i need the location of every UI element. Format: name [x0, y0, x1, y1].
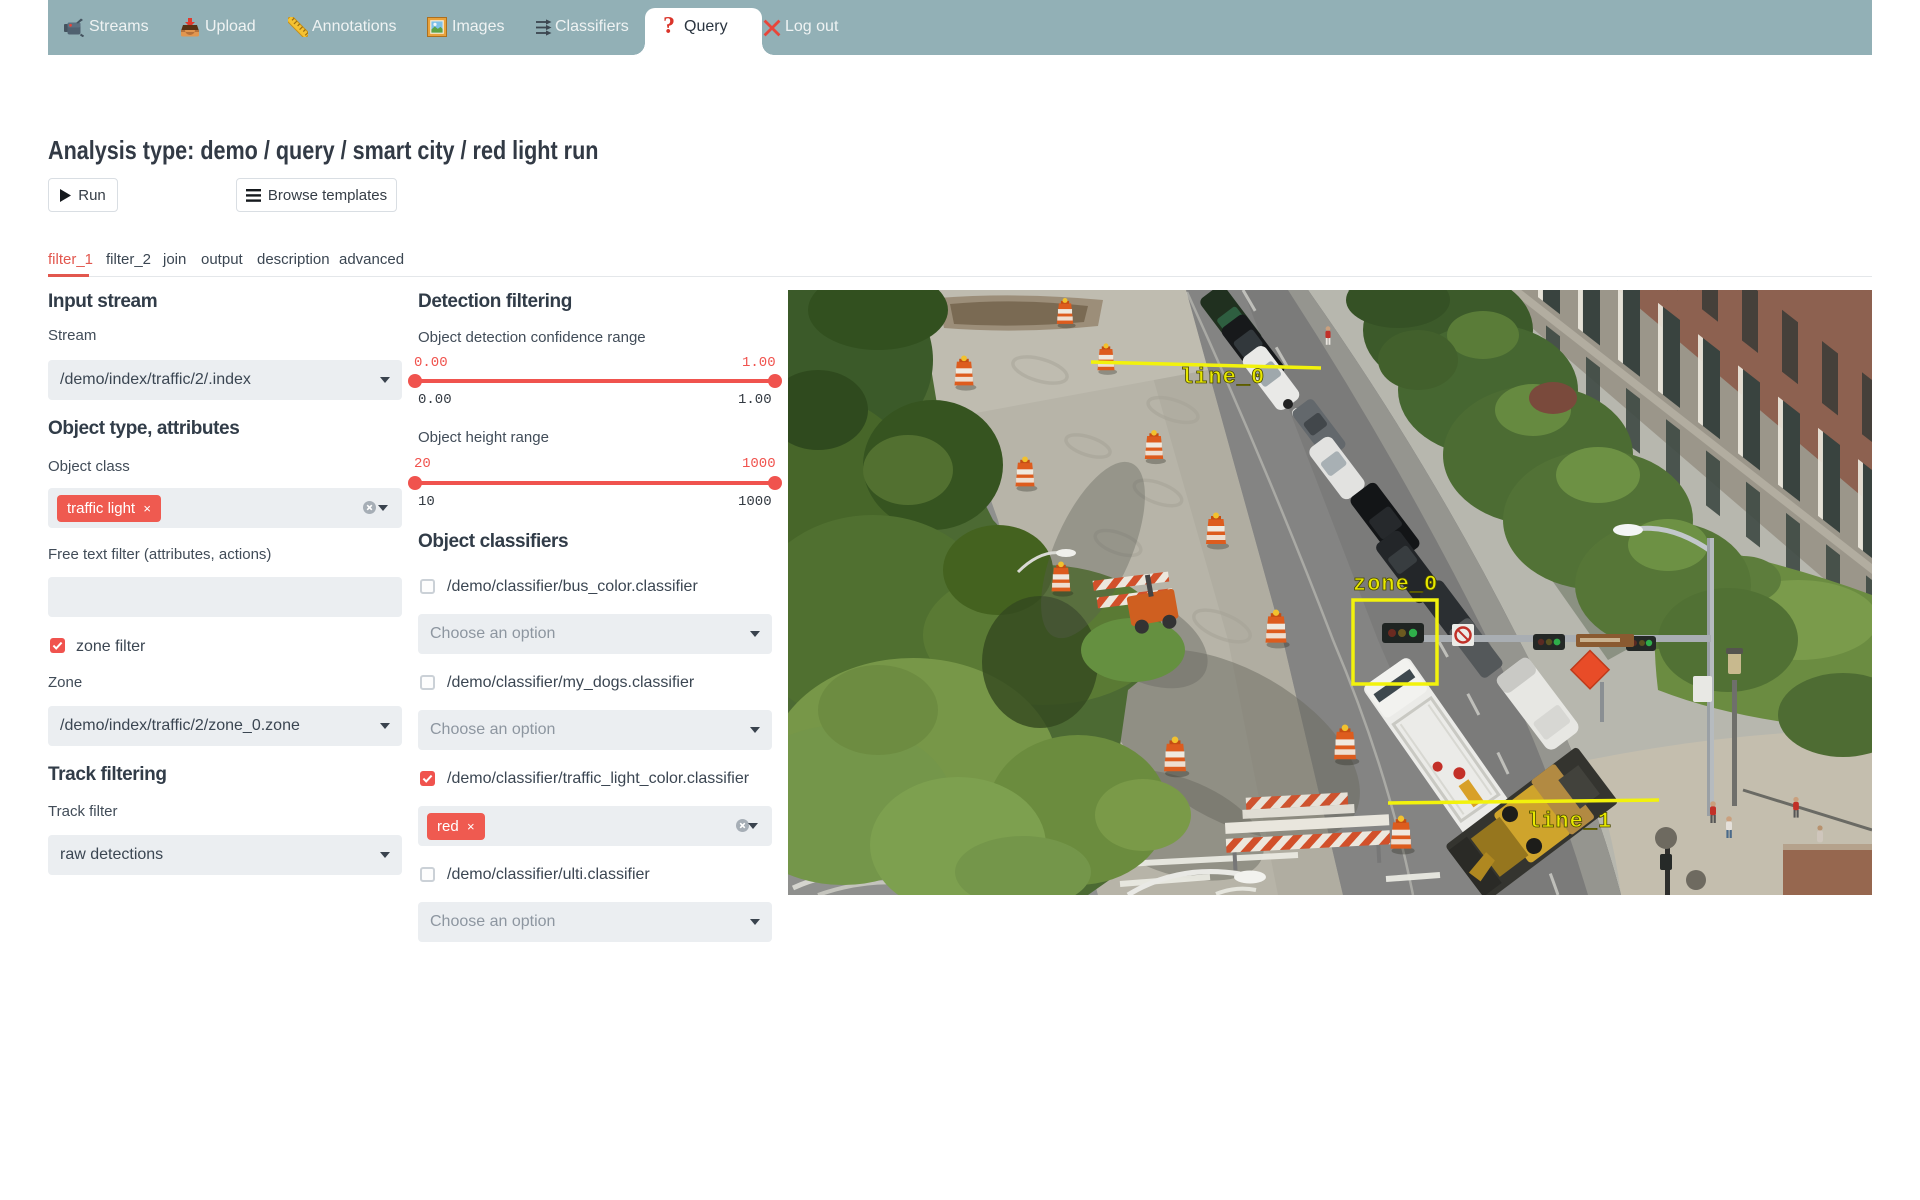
- svg-text:line_0: line_0: [1180, 365, 1265, 390]
- svg-text:zone_0: zone_0: [1353, 572, 1438, 597]
- svg-text:line_1: line_1: [1527, 809, 1612, 834]
